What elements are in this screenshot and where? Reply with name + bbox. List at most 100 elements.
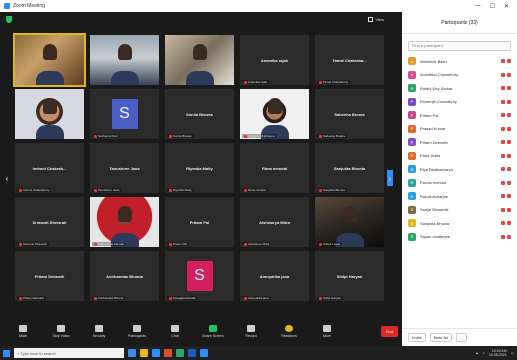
participant-tile[interactable] xyxy=(90,35,159,85)
participant-list-item[interactable]: P Prasad Kumar xyxy=(402,122,517,136)
clock-date: 04-08-2021 xyxy=(488,353,507,357)
participant-name-label: Riyanka Maity xyxy=(167,188,194,192)
participant-tile[interactable]: Swagata Mukherjee xyxy=(240,89,309,139)
taskbar-search[interactable]: ⌕ Type here to search xyxy=(14,348,124,358)
mute-all-button[interactable]: Mute All xyxy=(429,333,452,342)
participant-tile[interactable] xyxy=(15,89,84,139)
participant-status-icons xyxy=(501,207,511,212)
chat-button[interactable]: Chat xyxy=(156,325,194,338)
share-screen-button[interactable]: Share Screen xyxy=(194,325,232,338)
end-meeting-button[interactable]: End xyxy=(380,326,398,337)
view-button[interactable]: View xyxy=(368,16,396,22)
participant-tile[interactable]: Sanjukta Bhunia Sanjukta Bhunia xyxy=(315,143,384,193)
more-button[interactable]: More xyxy=(308,325,346,338)
participant-tile[interactable]: Pritam Debnath Pritam Debnath xyxy=(15,251,84,301)
participant-status-icons xyxy=(501,72,511,77)
participant-tile[interactable]: Aishwarya Mitra Aishwarya Mitra xyxy=(240,197,309,247)
participant-tile[interactable]: Tanushree Jana Tanushree Jana xyxy=(90,143,159,193)
shield-icon[interactable] xyxy=(6,15,12,23)
participant-display-name: Srimanti Dhewrah xyxy=(32,219,67,225)
mic-muted-icon xyxy=(19,242,22,246)
windows-start-icon[interactable] xyxy=(3,349,10,357)
file-explorer-icon[interactable] xyxy=(140,349,148,357)
participant-tile[interactable]: Sabeeha Breara Sabeeha Breara xyxy=(315,89,384,139)
participant-tile[interactable]: Shilpa Layek xyxy=(315,197,384,247)
participant-tile[interactable] xyxy=(13,33,86,87)
participant-tile[interactable]: Anamika rajak Anamika rajak xyxy=(240,35,309,85)
participant-video xyxy=(315,197,384,247)
participant-tile[interactable]: Tamal Chakraba... Tamal Chakraborty xyxy=(315,35,384,85)
volume-icon[interactable]: ◖ xyxy=(483,351,485,355)
participant-name-label: Tanushree Jana xyxy=(92,188,122,192)
participant-label-text: Tanushree Jana xyxy=(98,188,120,192)
next-page-button[interactable]: › xyxy=(387,170,393,186)
participant-list-item[interactable]: R Rima Dutta xyxy=(402,149,517,163)
participant-tile[interactable]: Riyanka Maity Riyanka Maity xyxy=(165,143,234,193)
record-button[interactable]: Record xyxy=(232,325,270,338)
more-icon xyxy=(323,325,331,332)
participant-tile[interactable]: Shilpi Haryan Shilpi Haryan xyxy=(315,251,384,301)
participant-list-item[interactable]: R Riddhi Dey Sarkar xyxy=(402,82,517,96)
participant-list-item[interactable]: P Pritam Pal xyxy=(402,109,517,123)
participant-tile[interactable]: Srimanti Dhewrah Srimanti Dhewrah xyxy=(15,197,84,247)
notifications-icon[interactable]: ▭ xyxy=(511,351,514,355)
participant-list-name: Abhishek Basu xyxy=(420,58,447,64)
panel-more-button[interactable]: ... xyxy=(455,333,468,342)
mute-button[interactable]: Mute xyxy=(4,325,42,338)
participant-tile[interactable]: Sharmistha Mondal xyxy=(90,197,159,247)
chrome-icon[interactable] xyxy=(176,349,184,357)
participant-status-icons xyxy=(501,140,511,145)
reactions-button[interactable]: Reactions xyxy=(270,325,308,338)
participant-status-icons xyxy=(501,180,511,185)
participant-list-item[interactable]: A Aninditha Chowdhury xyxy=(402,68,517,82)
participant-head xyxy=(117,44,132,60)
minimize-icon[interactable]: — xyxy=(475,3,481,10)
participant-tile[interactable] xyxy=(165,35,234,85)
participant-list-item[interactable]: S Sanjukta Bhunia xyxy=(402,217,517,231)
participant-tile[interactable]: S Swagata Mondal xyxy=(165,251,234,301)
stop-video-button[interactable]: Stop Video xyxy=(42,325,80,338)
participant-avatar: S xyxy=(111,99,138,129)
participant-display-name: Indrani Chakrab... xyxy=(32,165,67,171)
participant-list-item[interactable]: R Riya Bhattacharya xyxy=(402,163,517,177)
task-view-icon[interactable] xyxy=(128,349,136,357)
participant-list-item[interactable]: A Abhishek Basu xyxy=(402,55,517,69)
prev-page-button[interactable]: ‹ xyxy=(4,170,10,186)
mic-muted-icon xyxy=(169,242,172,246)
participant-status-icons xyxy=(501,126,511,131)
participant-tile[interactable]: Rima mondal Rima mondal xyxy=(240,143,309,193)
mic-muted-icon xyxy=(319,296,322,300)
mic-muted-icon xyxy=(501,113,505,118)
participant-list-name: Pritam Debnath xyxy=(420,139,448,145)
word-icon[interactable] xyxy=(188,349,196,357)
close-icon[interactable]: ✕ xyxy=(504,3,509,10)
office-app-icon[interactable] xyxy=(164,349,172,357)
participants-button[interactable]: Participants xyxy=(118,325,156,338)
clock[interactable]: 10:02 AM 04-08-2021 xyxy=(489,349,507,357)
maximize-icon[interactable]: ☐ xyxy=(490,3,495,10)
participant-list-item[interactable]: S Sayan chatterjee xyxy=(402,230,517,244)
participant-tile[interactable]: Aranyatika jana Aranyatika jana xyxy=(240,251,309,301)
participant-list-item[interactable]: P Prosenjit Chowdhury xyxy=(402,95,517,109)
participant-tile[interactable]: Anirbandas Bhunia Anirbandas Bhunia xyxy=(90,251,159,301)
security-button[interactable]: Security xyxy=(80,325,118,338)
edge-browser-icon[interactable] xyxy=(152,349,160,357)
participant-list-item[interactable]: P Pritam Debnath xyxy=(402,136,517,150)
network-icon[interactable]: ▲ xyxy=(475,351,478,355)
participant-list-item[interactable]: R Rupali Acharjee xyxy=(402,190,517,204)
participant-tile[interactable]: Indrani Chakrab... Indrani Chakraborty xyxy=(15,143,84,193)
participant-search-input[interactable] xyxy=(408,40,511,51)
participant-tile[interactable]: Sonila Biswas Sonila Biswas xyxy=(165,89,234,139)
invite-button[interactable]: Invite xyxy=(408,333,426,342)
mic-muted-icon xyxy=(501,99,505,104)
participant-tile[interactable]: Pritam Pal Pritam Pal xyxy=(165,197,234,247)
reactions-label: Reactions xyxy=(281,334,297,338)
participant-list-item[interactable]: S Sanjib Bhowmik xyxy=(402,203,517,217)
participant-label-text: Swagata Mukherjee xyxy=(248,134,275,138)
zoom-taskbar-icon[interactable] xyxy=(200,349,208,357)
video-off-icon xyxy=(507,234,511,239)
participant-status-icons xyxy=(501,59,511,64)
microphone-icon xyxy=(19,325,27,332)
participant-tile[interactable]: S Suchetna Paul xyxy=(90,89,159,139)
participant-list-item[interactable]: R Rumia mondal xyxy=(402,176,517,190)
